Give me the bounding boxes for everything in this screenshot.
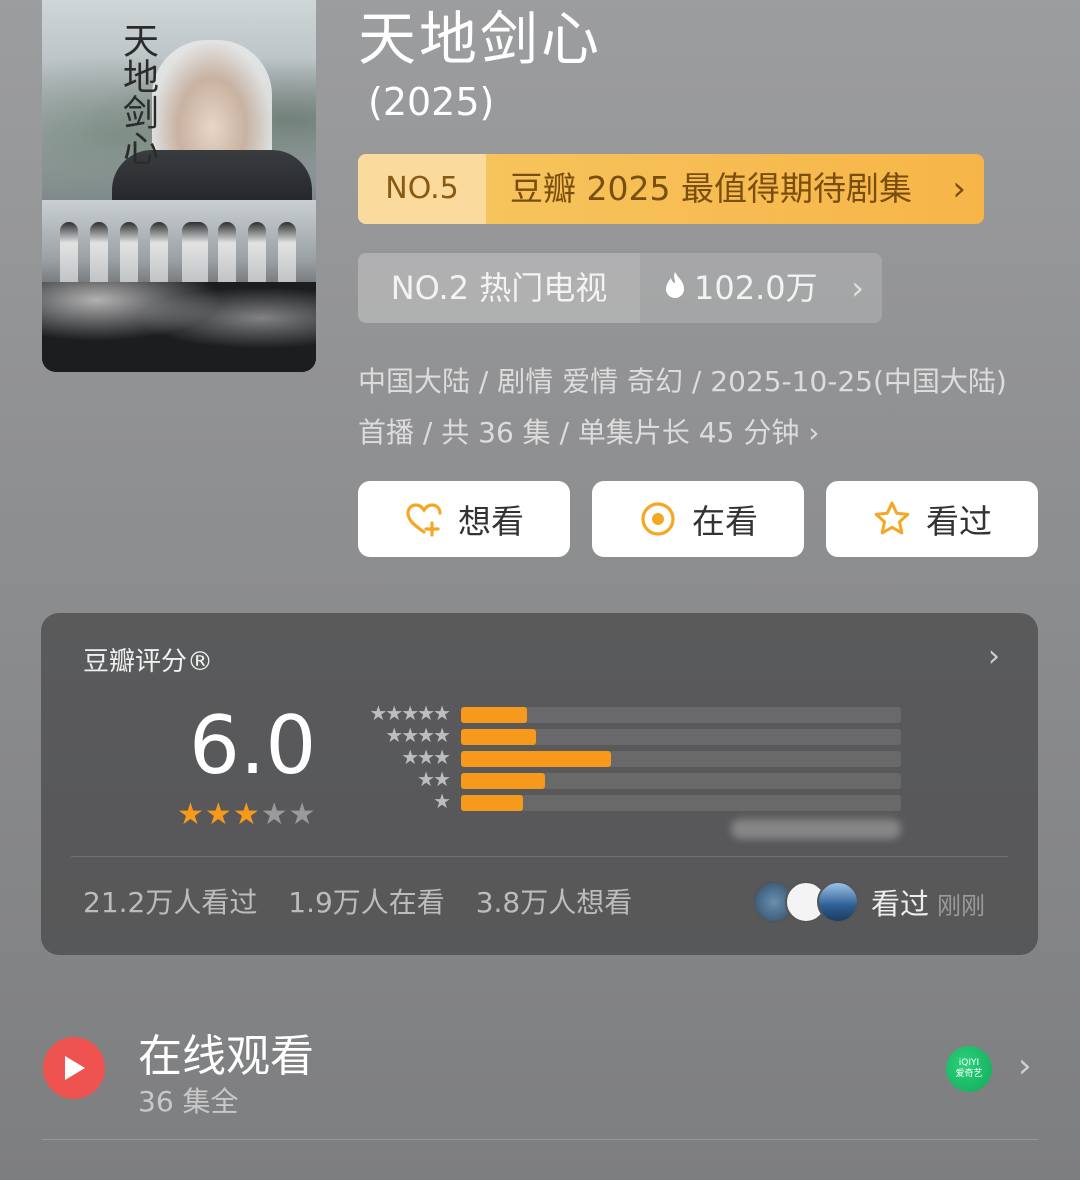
distribution-bar-track (461, 795, 901, 811)
distribution-bar (461, 707, 527, 723)
play-icon (65, 1056, 85, 1080)
iqiyi-logo-cn: 爱奇艺 (955, 1069, 983, 1079)
distribution-bar (461, 773, 545, 789)
heat-number: 102.0万 (694, 269, 818, 307)
fire-icon (664, 255, 686, 323)
release-year: (2025) (368, 80, 495, 124)
distribution-bar (461, 729, 536, 745)
distribution-bar (461, 751, 611, 767)
ranking-text: 豆瓣 2025 最值得期待剧集 (510, 169, 912, 208)
online-watch-title[interactable]: 在线观看 (138, 1020, 314, 1084)
chevron-right-icon[interactable]: › (1018, 1046, 1032, 1086)
avatar (817, 881, 859, 923)
iqiyi-logo-text: iQIYI (958, 1058, 980, 1068)
poster-waves (42, 282, 316, 372)
star-filled-icon: ★ (232, 797, 260, 832)
star-filled-icon: ★ (177, 797, 204, 832)
chevron-right-icon: › (988, 639, 1000, 674)
distribution-stars-label: ★★★★★ (369, 701, 451, 725)
distribution-stars-label: ★★★ (401, 745, 451, 769)
star-filled-icon: ★ (204, 797, 232, 832)
friend-time: 刚刚 (937, 892, 986, 920)
heart-plus-icon (406, 503, 442, 537)
watching-count: 1.9万人在看 (288, 886, 445, 919)
friend-status: 看过 (871, 887, 930, 921)
audience-stats: 21.2万人看过 1.9万人在看 3.8万人想看 (83, 881, 654, 921)
ranking-badge[interactable]: NO.5 豆瓣 2025 最值得期待剧集 › (358, 154, 984, 224)
watching-label: 在看 (692, 502, 758, 541)
iqiyi-logo[interactable]: iQIYI 爱奇艺 (946, 1046, 992, 1092)
page-title: 天地剑心 (358, 5, 603, 73)
star-outline-icon (874, 501, 910, 535)
distribution-bar-track (461, 707, 901, 723)
chevron-right-icon: › (808, 416, 820, 449)
poster-title-calligraphy: 天地剑心 (117, 22, 158, 166)
ranking-number: NO.5 (358, 154, 486, 224)
distribution-bar (461, 795, 523, 811)
friend-avatars[interactable] (753, 881, 863, 923)
hot-rank-text: NO.2 热门电视 (358, 253, 640, 323)
play-button[interactable] (43, 1037, 105, 1099)
watched-label: 看过 (926, 502, 992, 541)
friend-activity: 看过 刚刚 (871, 881, 985, 923)
want-to-watch-button[interactable]: 想看 (358, 481, 570, 557)
target-icon (641, 502, 675, 536)
rating-stars: ★★★★★ (177, 797, 317, 832)
rating-card[interactable]: 豆瓣评分® › 6.0 ★★★★★ ★★★★★ ★★★★ ★★★ ★★ ★ 21.2万人… (41, 613, 1038, 955)
rating-header: 豆瓣评分® (83, 647, 214, 677)
want-label: 想看 (458, 502, 524, 541)
hot-badge[interactable]: NO.2 热门电视 102.0万 › (358, 253, 882, 323)
watched-button[interactable]: 看过 (826, 481, 1038, 557)
distribution-bar-track (461, 729, 901, 745)
episode-count: 36 集全 (138, 1085, 239, 1118)
chevron-right-icon: › (952, 169, 966, 209)
distribution-stars-label: ★★★★ (385, 723, 451, 747)
distribution-stars-label: ★ (433, 789, 451, 813)
distribution-bar-track (461, 773, 901, 789)
distribution-stars-label: ★★ (417, 767, 451, 791)
poster-image[interactable]: 天地剑心 (42, 0, 316, 372)
watched-count: 21.2万人看过 (83, 886, 258, 919)
meta-text: 中国大陆 / 剧情 爱情 奇幻 / 2025-10-25(中国大陆) 首播 / … (358, 365, 1007, 449)
divider (71, 856, 1008, 857)
star-empty-icon: ★ (260, 797, 288, 832)
show-meta-info[interactable]: 中国大陆 / 剧情 爱情 奇幻 / 2025-10-25(中国大陆) 首播 / … (358, 356, 1038, 458)
distribution-bar-track (461, 751, 901, 767)
watching-button[interactable]: 在看 (592, 481, 804, 557)
chevron-right-icon: › (851, 269, 864, 307)
star-empty-icon: ★ (288, 797, 316, 832)
divider (42, 1139, 1038, 1140)
heat-value: 102.0万 (664, 253, 818, 323)
want-count: 3.8万人想看 (475, 886, 633, 919)
blurred-text (731, 819, 901, 839)
rating-score: 6.0 (189, 699, 317, 792)
